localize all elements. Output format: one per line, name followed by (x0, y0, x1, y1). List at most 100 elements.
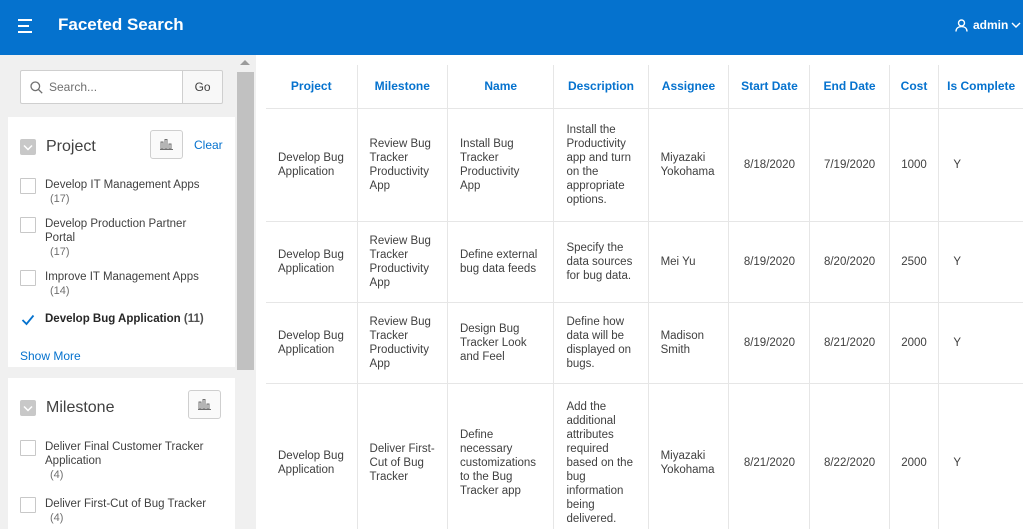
column-header[interactable]: Start Date (728, 65, 810, 109)
facet-chart-button[interactable] (150, 130, 183, 159)
facet-option[interactable]: Develop Production Partner Portal (17) (20, 217, 215, 259)
column-header[interactable]: Cost (888, 65, 939, 109)
cell-assignee: Mei Yu (647, 221, 729, 303)
column-header[interactable]: Assignee (647, 65, 729, 109)
option-label: Develop Production Partner Portal (45, 218, 187, 244)
cell-start-date: 8/19/2020 (728, 221, 810, 303)
checkbox[interactable] (20, 178, 36, 194)
cell-milestone: Review Bug Tracker Productivity App (356, 221, 448, 303)
option-count: (4) (50, 512, 64, 524)
cell-description: Install the Productivity app and turn on… (553, 108, 649, 222)
facet-option[interactable]: Improve IT Management Apps (14) (20, 270, 199, 298)
facet-search: Go (20, 70, 223, 104)
cell-end-date: 8/20/2020 (809, 221, 890, 303)
cell-start-date: 8/21/2020 (728, 383, 810, 529)
scrollbar-thumb[interactable] (237, 72, 254, 370)
cell-name: Design Bug Tracker Look and Feel (446, 302, 554, 384)
user-name: admin (973, 18, 1009, 32)
cell-start-date: 8/18/2020 (728, 108, 810, 222)
column-header[interactable]: Is Complete (938, 65, 1023, 109)
cell-description: Specify the data sources for bug data. (553, 221, 649, 303)
option-count: (11) (183, 313, 204, 325)
search-icon (30, 81, 43, 94)
cell-is-complete: Y (938, 108, 1023, 222)
facet-header[interactable]: Project (20, 137, 96, 157)
cell-milestone: Review Bug Tracker Productivity App (356, 302, 448, 384)
cell-name: Define external bug data feeds (446, 221, 554, 303)
option-label: Develop Bug Application (45, 313, 181, 325)
cell-is-complete: Y (938, 302, 1023, 384)
cell-is-complete: Y (938, 221, 1023, 303)
column-header[interactable]: Project (266, 65, 358, 109)
table-row: Develop Bug Application Review Bug Track… (266, 221, 1023, 303)
go-button[interactable]: Go (182, 70, 223, 104)
cell-milestone: Deliver First-Cut of Bug Tracker (356, 383, 448, 529)
bar-chart-icon (198, 399, 211, 410)
cell-assignee: Miyazaki Yokohama (647, 108, 729, 222)
facet-chart-button[interactable] (188, 390, 221, 419)
bar-chart-icon (160, 139, 173, 150)
cell-is-complete: Y (938, 383, 1023, 529)
option-label: Develop IT Management Apps (45, 179, 200, 191)
facet-option[interactable]: Deliver First-Cut of Bug Tracker (4) (20, 497, 206, 525)
scroll-up-icon[interactable] (240, 60, 250, 65)
hamburger-icon[interactable] (18, 19, 34, 33)
cell-end-date: 7/19/2020 (809, 108, 890, 222)
search-box (20, 70, 183, 104)
cell-cost: 2000 (888, 383, 939, 529)
app-title[interactable]: Faceted Search (58, 15, 184, 35)
collapse-icon[interactable] (20, 139, 36, 155)
show-more-link[interactable]: Show More (20, 349, 81, 363)
cell-project: Develop Bug Application (266, 302, 358, 384)
sidebar-scrollbar[interactable] (235, 55, 256, 529)
user-icon (955, 18, 968, 32)
collapse-icon[interactable] (20, 400, 36, 416)
cell-name: Install Bug Tracker Productivity App (446, 108, 554, 222)
facet-title: Project (46, 138, 96, 155)
checkbox[interactable] (20, 270, 36, 286)
option-count: (17) (50, 193, 70, 205)
facet-option-selected[interactable]: Develop Bug Application (11) (20, 312, 204, 328)
facet-option[interactable]: Develop IT Management Apps (17) (20, 178, 200, 206)
facet-option[interactable]: Deliver Final Customer Tracker Applicati… (20, 440, 225, 482)
cell-project: Develop Bug Application (266, 108, 358, 222)
cell-assignee: Miyazaki Yokohama (647, 383, 729, 529)
column-header[interactable]: Description (553, 65, 649, 109)
cell-cost: 2500 (888, 221, 939, 303)
clear-link[interactable]: Clear (194, 138, 223, 152)
table-row: Develop Bug Application Review Bug Track… (266, 302, 1023, 384)
search-input[interactable] (49, 71, 179, 103)
checkbox[interactable] (20, 497, 36, 513)
results-region: Project Milestone Name Description Assig… (256, 55, 1023, 529)
column-header[interactable]: Name (446, 65, 554, 109)
user-menu[interactable]: admin (955, 18, 1023, 32)
option-count: (14) (50, 285, 70, 297)
cell-project: Develop Bug Application (266, 383, 358, 529)
option-label: Deliver First-Cut of Bug Tracker (45, 498, 207, 510)
cell-description: Define how data will be displayed on bug… (553, 302, 649, 384)
cell-description: Add the additional attributes required b… (553, 383, 649, 529)
facet-milestone: Milestone Deliver Final Customer Tracker… (8, 378, 235, 529)
cell-name: Define necessary customizations to the B… (446, 383, 554, 529)
cell-cost: 1000 (888, 108, 939, 222)
column-header[interactable]: Milestone (356, 65, 448, 109)
facet-project: Project Clear Develop IT Management Apps… (8, 117, 235, 367)
results-table: Project Milestone Name Description Assig… (266, 65, 1023, 529)
facets-sidebar: Go Project Clear Develop IT Management A… (0, 55, 256, 529)
table-row: Develop Bug Application Deliver First-Cu… (266, 383, 1023, 529)
option-count: (17) (50, 246, 70, 258)
column-header[interactable]: End Date (809, 65, 890, 109)
cell-start-date: 8/19/2020 (728, 302, 810, 384)
checkbox[interactable] (20, 217, 36, 233)
checkmark-icon[interactable] (20, 312, 36, 328)
checkbox[interactable] (20, 440, 36, 456)
cell-end-date: 8/22/2020 (809, 383, 890, 529)
table-header-row: Project Milestone Name Description Assig… (266, 65, 1023, 109)
cell-end-date: 8/21/2020 (809, 302, 890, 384)
cell-milestone: Review Bug Tracker Productivity App (356, 108, 448, 222)
option-label: Improve IT Management Apps (45, 271, 199, 283)
option-count: (4) (50, 469, 64, 481)
facet-header[interactable]: Milestone (20, 398, 114, 418)
table-row: Develop Bug Application Review Bug Track… (266, 108, 1023, 222)
facet-title: Milestone (46, 399, 115, 416)
